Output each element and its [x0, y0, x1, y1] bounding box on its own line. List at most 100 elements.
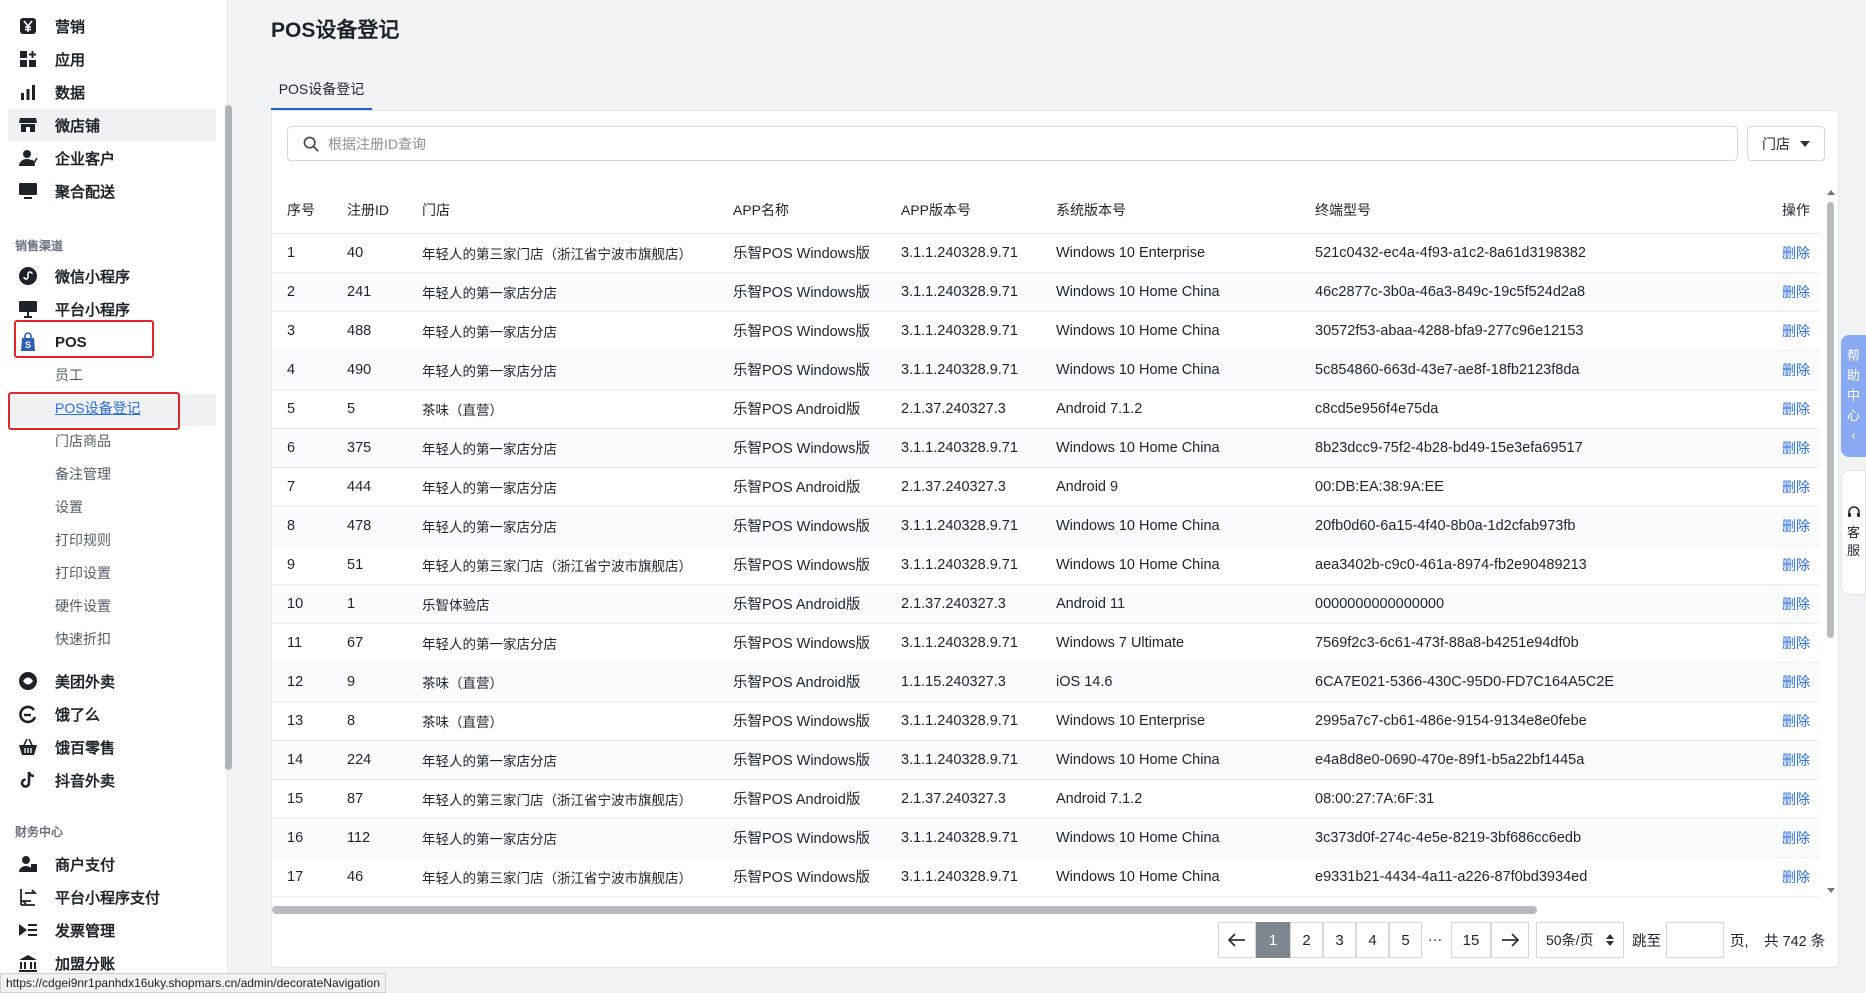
cell-col-app-name: 乐智POS Android版 [718, 779, 886, 819]
delete-link[interactable]: 删除 [1782, 284, 1810, 300]
cell-col-app-version: 3.1.1.240328.9.71 [886, 311, 1041, 351]
table-row: 16 112 年轻人的第一家店分店 乐智POS Windows版 3.1.1.24032… [272, 818, 1820, 858]
cell-col-register-id: 5 [332, 389, 407, 429]
next-page-button[interactable] [1491, 922, 1529, 958]
delete-link[interactable]: 删除 [1782, 791, 1810, 807]
search-input[interactable] [328, 135, 1678, 152]
delete-link[interactable]: 删除 [1782, 830, 1810, 846]
sidebar-item-invoice-management[interactable]: 发票管理 [0, 914, 218, 946]
scroll-up-arrow-icon[interactable] [1827, 190, 1835, 195]
tiktok-icon [17, 769, 39, 791]
cell-col-index: 10 [272, 584, 332, 624]
delete-link[interactable]: 删除 [1782, 752, 1810, 768]
cell-col-app-version: 2.1.37.240327.3 [886, 389, 1041, 429]
delete-link[interactable]: 删除 [1782, 245, 1810, 261]
cell-col-actions: 删除 [1712, 584, 1820, 624]
delete-link[interactable]: 删除 [1782, 713, 1810, 729]
sidebar-item-data[interactable]: 数据 [0, 76, 218, 108]
page-button-2[interactable]: 2 [1290, 922, 1323, 958]
sidebar-item-micro-store[interactable]: 微店铺 [8, 109, 216, 141]
help-center-tab[interactable]: 帮助中心 ‹ [1841, 335, 1866, 457]
help-center-char: 帮 [1846, 348, 1860, 363]
cell-col-terminal-model: 6CA7E021-5366-430C-95D0-FD7C164A5C2E [1300, 662, 1712, 702]
table-row: 7 444 年轻人的第一家店分店 乐智POS Android版 2.1.37.24032… [272, 467, 1820, 507]
apps-icon [17, 48, 39, 70]
page-button-last[interactable]: 15 [1451, 922, 1491, 958]
sidebar-item-label: 聚合配送 [55, 183, 116, 201]
sidebar-subitem-quick-discount[interactable]: 快速折扣 [55, 624, 111, 654]
cell-col-terminal-model: e9331b21-4434-4a11-a226-87f0bd3934ed [1300, 857, 1712, 897]
sidebar-subitem-remark-management[interactable]: 备注管理 [55, 459, 111, 489]
sidebar-item-apps[interactable]: 应用 [0, 43, 218, 75]
jump-page-input[interactable] [1666, 922, 1724, 958]
delete-link[interactable]: 删除 [1782, 557, 1810, 573]
delete-link[interactable]: 删除 [1782, 362, 1810, 378]
sidebar-scrollbar-thumb[interactable] [225, 105, 232, 770]
sidebar-item-label: 抖音外卖 [55, 772, 116, 790]
delete-link[interactable]: 删除 [1782, 323, 1810, 339]
sidebar-item-douyin-delivery[interactable]: 抖音外卖 [0, 764, 218, 796]
store-filter-label: 门店 [1762, 135, 1790, 152]
table-vertical-scrollbar-thumb[interactable] [1827, 202, 1834, 638]
scroll-down-arrow-icon[interactable] [1827, 888, 1835, 893]
cell-col-index: 4 [272, 350, 332, 390]
page-button-3[interactable]: 3 [1323, 922, 1356, 958]
sidebar-item-marketing[interactable]: 营销 [0, 10, 218, 42]
headset-icon [1847, 505, 1860, 517]
delete-link[interactable]: 删除 [1782, 635, 1810, 651]
sidebar-item-wechat-mini-program[interactable]: 微信小程序 [0, 260, 218, 292]
cell-col-app-version: 3.1.1.240328.9.71 [886, 428, 1041, 468]
table-vertical-scrollbar[interactable] [1826, 188, 1835, 893]
cell-col-register-id: 478 [332, 506, 407, 546]
search-box[interactable] [287, 126, 1738, 161]
page-button-4[interactable]: 4 [1356, 922, 1389, 958]
page-button-5[interactable]: 5 [1389, 922, 1422, 958]
delete-link[interactable]: 删除 [1782, 596, 1810, 612]
cell-col-app-version: 2.1.37.240327.3 [886, 779, 1041, 819]
sidebar-item-platform-mini-program-payment[interactable]: 平台小程序支付 [0, 881, 218, 913]
table-row: 14 224 年轻人的第一家店分店 乐智POS Windows版 3.1.1.24032… [272, 740, 1820, 780]
prev-page-button[interactable] [1218, 922, 1256, 958]
sidebar-subitem-settings[interactable]: 设置 [55, 492, 83, 522]
cell-col-store: 年轻人的第一家店分店 [407, 272, 718, 312]
sidebar-subitem-hardware-settings[interactable]: 硬件设置 [55, 591, 111, 621]
customer-service-char: 服 [1846, 542, 1860, 558]
customer-service-tab[interactable]: 客服 [1841, 470, 1866, 595]
cell-col-os-version: Android 11 [1041, 584, 1300, 624]
delete-link[interactable]: 删除 [1782, 440, 1810, 456]
delete-link[interactable]: 删除 [1782, 674, 1810, 690]
cell-col-actions: 删除 [1712, 350, 1820, 390]
cell-col-register-id: 224 [332, 740, 407, 780]
sidebar-subitem-store-products[interactable]: 门店商品 [55, 426, 111, 456]
tab-pos-device-registration[interactable]: POS设备登记 [271, 70, 372, 110]
delete-link[interactable]: 删除 [1782, 869, 1810, 885]
cell-col-terminal-model: 00:DB:EA:38:9A:EE [1300, 467, 1712, 507]
sidebar-subitem-print-settings[interactable]: 打印设置 [55, 558, 111, 588]
cell-col-index: 13 [272, 701, 332, 741]
cell-col-store: 年轻人的第三家门店（浙江省宁波市旗舰店） [407, 233, 718, 273]
sidebar-item-aggregated-delivery[interactable]: 聚合配送 [0, 175, 218, 207]
delete-link[interactable]: 删除 [1782, 401, 1810, 417]
sidebar-item-eleme[interactable]: 饿了么 [0, 698, 218, 730]
sidebar-subitem-print-rules[interactable]: 打印规则 [55, 525, 111, 555]
cell-col-app-name: 乐智POS Windows版 [718, 857, 886, 897]
table-horizontal-scrollbar[interactable] [272, 906, 1537, 914]
pagination-ellipsis[interactable]: ··· [1423, 922, 1447, 958]
sidebar-item-label: 加盟分账 [55, 955, 116, 973]
cell-col-os-version: Windows 10 Home China [1041, 350, 1300, 390]
cell-col-os-version: Windows 10 Enterprise [1041, 701, 1300, 741]
store-filter-dropdown[interactable]: 门店 [1747, 126, 1825, 161]
cell-col-register-id: 375 [332, 428, 407, 468]
total-count: 共 742 条 [1764, 933, 1826, 950]
sidebar-item-enterprise-customers[interactable]: 企业客户 [0, 142, 218, 174]
sidebar-item-meituan-delivery[interactable]: 美团外卖 [0, 665, 218, 697]
page-size-select[interactable]: 50条/页 [1536, 922, 1624, 958]
delete-link[interactable]: 删除 [1782, 518, 1810, 534]
sidebar-scrollbar[interactable] [224, 0, 233, 993]
sidebar-subitem-staff[interactable]: 员工 [55, 360, 83, 390]
delete-link[interactable]: 删除 [1782, 479, 1810, 495]
page-button-1[interactable]: 1 [1256, 922, 1290, 958]
header-col-register-id: 注册ID [332, 188, 407, 234]
sidebar-item-merchant-payment[interactable]: 商户支付 [0, 848, 218, 880]
sidebar-item-ebai-retail[interactable]: 饿百零售 [0, 731, 218, 763]
